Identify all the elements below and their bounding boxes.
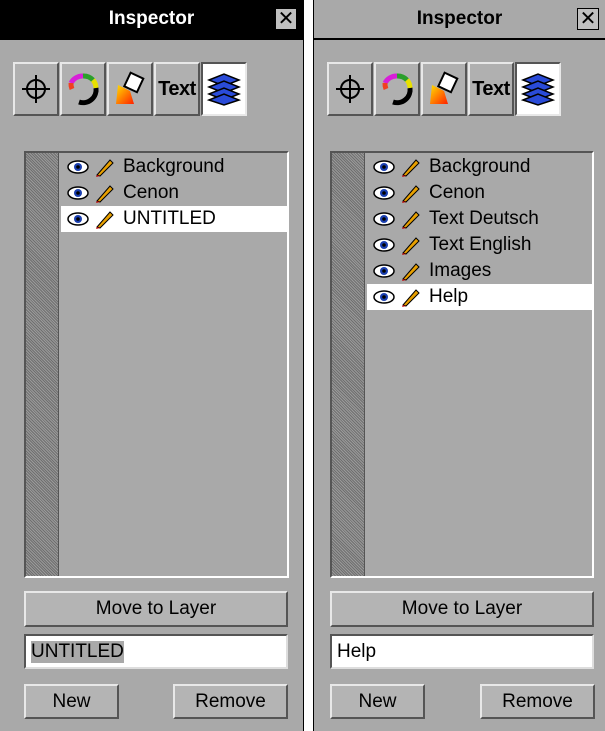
paint-bucket-icon <box>116 71 145 104</box>
inspector-toolbar: Text <box>327 62 562 116</box>
eye-icon[interactable] <box>373 159 395 175</box>
pencil-icon[interactable] <box>399 287 421 307</box>
layer-row[interactable]: Text English <box>367 232 592 258</box>
layer-name-field[interactable]: Help <box>330 634 594 669</box>
crosshair-icon <box>22 75 50 103</box>
layer-row-selected[interactable]: UNTITLED <box>61 206 287 232</box>
layer-name: Cenon <box>123 182 179 203</box>
layers-tool-button[interactable] <box>515 62 561 116</box>
text-tool-button[interactable]: Text <box>154 62 200 116</box>
crosshair-tool-button[interactable] <box>327 62 373 116</box>
eye-icon[interactable] <box>67 211 89 227</box>
layer-name: Background <box>429 156 531 177</box>
layer-row[interactable]: Text Deutsch <box>367 206 592 232</box>
new-layer-button[interactable]: New <box>330 684 425 719</box>
pencil-icon[interactable] <box>93 157 115 177</box>
layers-icon <box>520 73 556 106</box>
layer-name: Images <box>429 260 492 281</box>
color-wheel-icon <box>382 73 413 106</box>
title-bar[interactable]: Inspector ✕ <box>314 0 605 40</box>
eye-icon[interactable] <box>373 211 395 227</box>
layer-list[interactable]: Background Cenon UNTITLED <box>24 151 289 578</box>
eye-icon[interactable] <box>67 159 89 175</box>
fill-tool-button[interactable] <box>107 62 153 116</box>
list-scroller[interactable] <box>332 153 365 576</box>
remove-layer-button[interactable]: Remove <box>480 684 595 719</box>
text-tool-label: Text <box>158 77 196 100</box>
layer-name: Help <box>429 286 469 307</box>
layer-name: Text Deutsch <box>429 208 539 229</box>
color-tool-button[interactable] <box>60 62 106 116</box>
pencil-icon[interactable] <box>399 183 421 203</box>
title-bar[interactable]: Inspector ✕ <box>0 0 303 40</box>
color-wheel-icon <box>68 73 99 106</box>
fill-tool-button[interactable] <box>421 62 467 116</box>
layer-name: UNTITLED <box>123 208 216 229</box>
eye-icon[interactable] <box>373 237 395 253</box>
layer-row[interactable]: Cenon <box>367 180 592 206</box>
layer-row-selected[interactable]: Help <box>367 284 592 310</box>
pencil-icon[interactable] <box>93 183 115 203</box>
list-scroller[interactable] <box>26 153 59 576</box>
layer-row[interactable]: Background <box>367 154 592 180</box>
move-to-layer-button[interactable]: Move to Layer <box>330 591 594 627</box>
layer-name: Text English <box>429 234 532 255</box>
eye-icon[interactable] <box>373 263 395 279</box>
new-layer-button[interactable]: New <box>24 684 119 719</box>
paint-bucket-icon <box>430 71 459 104</box>
pencil-icon[interactable] <box>399 157 421 177</box>
pencil-icon[interactable] <box>399 235 421 255</box>
color-tool-button[interactable] <box>374 62 420 116</box>
layer-row[interactable]: Images <box>367 258 592 284</box>
move-to-layer-button[interactable]: Move to Layer <box>24 591 288 627</box>
pencil-icon[interactable] <box>93 209 115 229</box>
pencil-icon[interactable] <box>399 261 421 281</box>
crosshair-tool-button[interactable] <box>13 62 59 116</box>
close-icon[interactable]: ✕ <box>577 8 599 30</box>
layers-tool-button[interactable] <box>201 62 247 116</box>
inspector-toolbar: Text <box>13 62 248 116</box>
layer-name: Cenon <box>429 182 485 203</box>
eye-icon[interactable] <box>373 289 395 305</box>
close-icon[interactable]: ✕ <box>275 8 297 30</box>
pencil-icon[interactable] <box>399 209 421 229</box>
inspector-panel-left: Inspector ✕ Text Background Cenon UNTITL… <box>0 0 304 731</box>
text-tool-button[interactable]: Text <box>468 62 514 116</box>
layer-row[interactable]: Cenon <box>61 180 287 206</box>
eye-icon[interactable] <box>67 185 89 201</box>
layers-icon <box>206 73 242 106</box>
inspector-panel-right: Inspector ✕ Text Background Cenon Text D… <box>313 0 605 731</box>
layer-list[interactable]: Background Cenon Text Deutsch Text Engli… <box>330 151 594 578</box>
eye-icon[interactable] <box>373 185 395 201</box>
layer-name: Background <box>123 156 225 177</box>
crosshair-icon <box>336 75 364 103</box>
layer-name-value: UNTITLED <box>31 640 124 663</box>
window-title: Inspector <box>416 8 503 29</box>
layer-name-value: Help <box>337 640 377 662</box>
layer-name-field[interactable]: UNTITLED <box>24 634 288 669</box>
remove-layer-button[interactable]: Remove <box>173 684 288 719</box>
window-title: Inspector <box>108 8 195 29</box>
layer-row[interactable]: Background <box>61 154 287 180</box>
text-tool-label: Text <box>472 77 510 100</box>
